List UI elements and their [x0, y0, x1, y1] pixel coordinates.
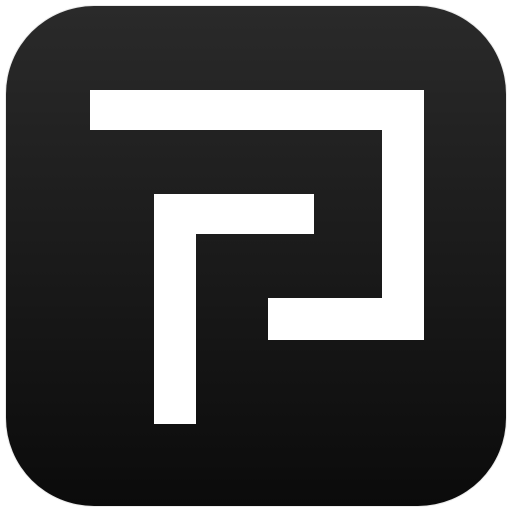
app-icon-graphic [6, 6, 506, 506]
icon-background [6, 6, 506, 506]
app-icon[interactable] [6, 6, 506, 506]
icon-canvas [0, 0, 512, 512]
